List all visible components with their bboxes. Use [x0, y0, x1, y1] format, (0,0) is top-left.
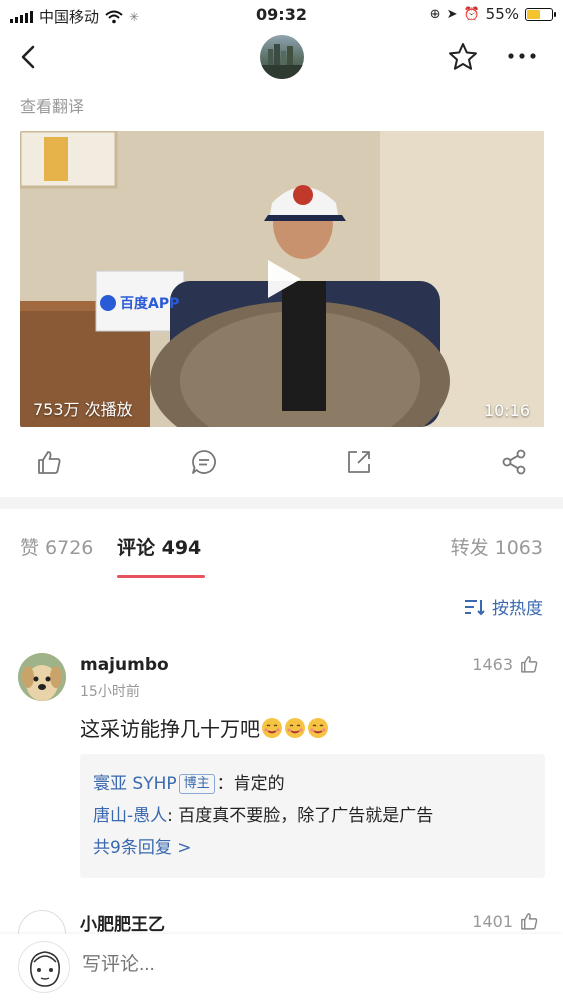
- share-edit-icon[interactable]: [345, 448, 373, 476]
- replies-preview[interactable]: 寰亚 SYHP 博主 ：肯定的 唐山-愚人: 百度真不要脸，除了广告就是广告 共9条…: [80, 754, 545, 878]
- comment-like-count: 1401: [472, 911, 513, 931]
- video-player[interactable]: 百度APP 753万 次播放 10:16: [20, 131, 544, 427]
- battery-percent: 55%: [485, 5, 519, 23]
- battery-icon: [525, 7, 556, 21]
- nav-bar: [0, 30, 563, 86]
- comment-item: majumbo 15小时前 1463 这采访能挣几十万吧 寰亚 SYHP 博主 ：肯…: [0, 650, 563, 880]
- city-skyline-icon: [260, 44, 304, 79]
- commenter-name[interactable]: 小肥肥王乙: [80, 910, 165, 935]
- sort-by-popularity-button[interactable]: 按热度: [464, 594, 543, 619]
- comment-compose-bar: [0, 934, 563, 1000]
- view-translation-link[interactable]: 查看翻译: [20, 93, 84, 117]
- my-avatar[interactable]: [18, 941, 70, 993]
- comment-like-button[interactable]: 1401: [472, 911, 539, 931]
- more-options-icon[interactable]: [505, 46, 539, 66]
- share-nodes-icon[interactable]: [500, 448, 528, 476]
- author-avatar[interactable]: [260, 35, 304, 79]
- reply-item: 唐山-愚人: 百度真不要脸，除了广告就是广告: [93, 800, 532, 832]
- rotation-lock-icon: ⊕: [429, 6, 441, 22]
- baidu-app-logo-text: 百度APP: [120, 296, 180, 312]
- video-duration: 10:16: [483, 401, 530, 420]
- baidu-paw-icon: [100, 295, 116, 311]
- sort-lines-icon: [465, 599, 485, 615]
- reply-author[interactable]: 寰亚 SYHP: [93, 774, 177, 794]
- thumbs-up-icon: [521, 656, 538, 673]
- baidu-app-sign: 百度APP: [100, 293, 179, 313]
- status-bar: 中国移动 ✳ 09:32 ⊕ ➤ ⏰ 55%: [0, 0, 563, 30]
- comment-body: 这采访能挣几十万吧: [80, 717, 260, 741]
- comment-item: 小肥肥王乙 1401: [0, 906, 563, 958]
- section-divider: [0, 497, 563, 509]
- comment-like-count: 1463: [472, 654, 513, 674]
- reply-item: 寰亚 SYHP 博主 ：肯定的: [93, 768, 532, 800]
- comment-bubble-icon[interactable]: [190, 448, 218, 476]
- back-icon[interactable]: [14, 42, 44, 72]
- alarm-icon: ⏰: [463, 6, 480, 22]
- comment-input[interactable]: [82, 954, 327, 976]
- author-badge: 博主: [178, 774, 215, 794]
- active-tab-indicator: [117, 575, 205, 578]
- location-icon: ➤: [446, 6, 458, 22]
- engagement-tabs: 赞 6726 评论 494 转发 1063: [0, 509, 563, 579]
- dog-avatar-icon: [18, 653, 66, 701]
- drooling-face-emoji: [308, 717, 328, 738]
- comment-time: 15小时前: [80, 684, 140, 700]
- tab-reposts[interactable]: 转发 1063: [451, 533, 543, 560]
- comment-text: 这采访能挣几十万吧: [80, 713, 329, 742]
- thumbs-up-icon: [521, 913, 538, 930]
- drooling-face-emoji: [262, 717, 282, 738]
- drooling-face-emoji: [285, 717, 305, 738]
- commenter-name[interactable]: majumbo: [80, 655, 169, 675]
- reply-text: ：肯定的: [216, 774, 285, 794]
- view-all-replies-link[interactable]: 共9条回复 >: [93, 832, 532, 864]
- battery-fill: [527, 9, 541, 19]
- post-action-bar: [0, 440, 563, 486]
- thumbs-up-icon[interactable]: [35, 448, 63, 476]
- tab-comments[interactable]: 评论 494: [117, 533, 201, 560]
- sort-label: 按热度: [492, 599, 543, 619]
- reply-text: : 百度真不要脸，除了广告就是广告: [167, 806, 434, 826]
- play-icon[interactable]: [264, 257, 304, 301]
- tab-likes[interactable]: 赞 6726: [20, 533, 93, 560]
- favorite-star-icon[interactable]: [447, 41, 479, 73]
- cartoon-face-avatar-icon: [29, 951, 61, 987]
- reply-author[interactable]: 唐山-愚人: [93, 806, 167, 826]
- status-right: ⊕ ➤ ⏰ 55%: [429, 5, 556, 23]
- commenter-avatar[interactable]: [18, 653, 66, 701]
- video-view-count: 753万 次播放: [33, 400, 133, 419]
- comment-like-button[interactable]: 1463: [472, 654, 539, 674]
